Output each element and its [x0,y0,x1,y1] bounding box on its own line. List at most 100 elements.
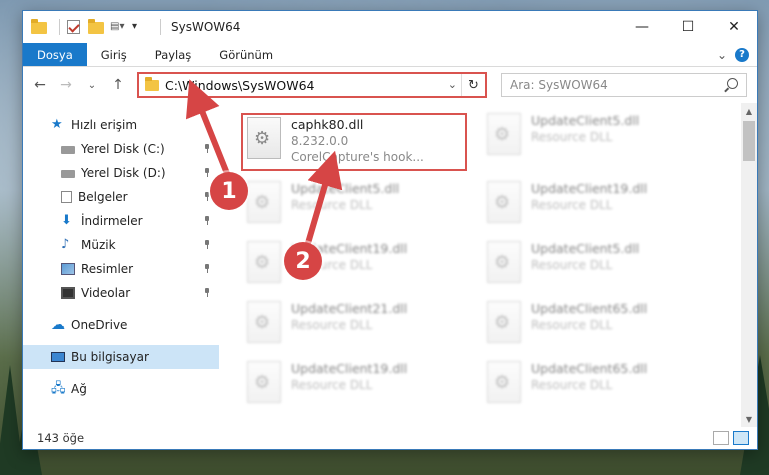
sidebar-item-this-pc[interactable]: Bu bilgisayar [23,345,219,369]
file-item[interactable]: UpdateClient5.dll Resource DLL [487,241,727,291]
vertical-scrollbar[interactable]: ▲ ▼ [741,103,757,427]
address-bar[interactable]: C:\Windows\SysWOW64 ⌄ ↻ [137,72,487,98]
sidebar-item-documents[interactable]: Belgeler [23,185,219,209]
chevron-down-icon[interactable]: ⌄ [448,78,457,91]
divider [160,19,161,35]
refresh-button[interactable]: ↻ [461,74,485,96]
pin-icon[interactable] [203,168,211,177]
content-area: ★ Hızlı erişim Yerel Disk (C:) Yerel Dis… [23,103,757,427]
file-description: Resource DLL [291,198,373,212]
sidebar-item-onedrive[interactable]: ☁ OneDrive [23,313,219,337]
expand-ribbon-icon[interactable]: ⌄ [717,48,727,62]
properties-check-icon[interactable] [66,19,82,35]
recent-locations-button[interactable]: ⌄ [81,74,103,96]
document-icon [61,191,72,203]
file-description: Resource DLL [531,130,613,144]
pin-icon[interactable] [203,264,211,273]
sidebar-item-label: Yerel Disk (C:) [81,142,165,156]
file-name: UpdateClient5.dll [531,241,640,256]
navigation-pane: ★ Hızlı erişim Yerel Disk (C:) Yerel Dis… [23,103,219,427]
file-description: Resource DLL [291,378,373,392]
file-item-caphk80[interactable]: caphk80.dll 8.232.0.0 CorelCapture's hoo… [241,113,467,171]
dll-file-icon [247,117,281,159]
file-name: UpdateClient19.dll [531,181,648,196]
file-item[interactable]: UpdateClient65.dll Resource DLL [487,361,727,411]
file-item[interactable]: UpdateClient19.dll Resource DLL [487,181,727,231]
sidebar-item-label: Bu bilgisayar [71,350,149,364]
sidebar-item-pictures[interactable]: Resimler [23,257,219,281]
file-description: Resource DLL [531,198,613,212]
file-name: UpdateClient5.dll [531,113,640,128]
ribbon-actions: ⌄ ? [717,43,757,66]
sidebar-item-label: İndirmeler [81,214,143,228]
item-count: 143 öğe [37,431,85,445]
file-name: UpdateClient5.dll [291,181,400,196]
dll-file-icon [247,361,281,403]
close-button[interactable]: ✕ [711,11,757,43]
file-item[interactable]: UpdateClient5.dll Resource DLL [247,181,487,231]
tab-gorunum[interactable]: Görünüm [205,43,287,66]
file-item[interactable]: UpdateClient21.dll Resource DLL [247,301,487,351]
address-path: C:\Windows\SysWOW64 [165,77,315,93]
back-button[interactable]: ← [29,74,51,96]
sidebar-item-videos[interactable]: Videolar [23,281,219,305]
window-title: SysWOW64 [171,20,241,34]
disk-icon [61,146,75,154]
help-icon[interactable]: ? [735,47,749,62]
sidebar-item-label: Belgeler [78,190,128,204]
file-item[interactable]: UpdateClient19.dllResource DLL [247,361,487,411]
sidebar-item-quick-access[interactable]: ★ Hızlı erişim [23,113,219,137]
scrollbar-thumb[interactable] [743,121,755,161]
sidebar-item-downloads[interactable]: ⬇ İndirmeler [23,209,219,233]
network-icon: 🖧 [51,381,66,396]
dll-file-icon [487,361,521,403]
tab-paylas[interactable]: Paylaş [141,43,206,66]
title-bar: ▤▾ ▾ SysWOW64 — ☐ ✕ [23,11,757,43]
file-version: 8.232.0.0 [291,134,349,148]
pin-icon[interactable] [203,216,211,225]
forward-button[interactable]: → [55,74,77,96]
dll-file-icon [247,301,281,343]
sidebar-item-music[interactable]: ♪ Müzik [23,233,219,257]
scroll-up-arrow-icon[interactable]: ▲ [741,103,757,119]
search-placeholder: Ara: SysWOW64 [510,78,608,92]
up-button[interactable]: ↑ [107,74,129,96]
sidebar-item-label: Videolar [81,286,131,300]
file-description: Resource DLL [531,378,613,392]
dll-file-icon [487,241,521,283]
dll-file-icon [487,181,521,223]
chevron-down-icon[interactable]: ▾ [132,19,148,35]
sidebar-item-disk-c[interactable]: Yerel Disk (C:) [23,137,219,161]
ribbon-tabs: Dosya Giriş Paylaş Görünüm ⌄ ? [23,43,757,67]
tab-giris[interactable]: Giriş [87,43,141,66]
sidebar-item-label: OneDrive [71,318,128,332]
sidebar-item-disk-d[interactable]: Yerel Disk (D:) [23,161,219,185]
file-item[interactable]: UpdateClient19.dllResource DLL [247,241,487,291]
pin-icon[interactable] [203,288,211,297]
tab-dosya[interactable]: Dosya [23,43,87,66]
disk-icon [61,170,75,178]
customize-toolbar-icon[interactable]: ▤▾ [110,19,126,35]
file-name: UpdateClient65.dll [531,361,648,376]
pin-icon[interactable] [203,144,211,153]
dll-file-icon [487,301,521,343]
pin-icon[interactable] [203,240,211,249]
download-icon: ⬇ [61,213,72,228]
sidebar-item-network[interactable]: 🖧 Ağ [23,377,219,401]
maximize-button[interactable]: ☐ [665,11,711,43]
computer-icon [51,352,65,362]
search-icon [727,78,738,89]
minimize-button[interactable]: — [619,11,665,43]
callout-badge-2: 2 [284,242,322,280]
scroll-down-arrow-icon[interactable]: ▼ [741,411,757,427]
new-folder-icon[interactable] [88,19,104,35]
file-name: caphk80.dll [291,117,364,132]
search-input[interactable]: Ara: SysWOW64 [501,73,747,97]
file-item[interactable]: UpdateClient65.dll Resource DLL [487,301,727,351]
large-icons-view-icon[interactable] [733,431,749,445]
details-view-icon[interactable] [713,431,729,445]
file-item[interactable]: UpdateClient5.dll Resource DLL [487,113,727,163]
divider [59,19,60,35]
file-name: UpdateClient65.dll [531,301,648,316]
view-toggle [713,431,757,445]
